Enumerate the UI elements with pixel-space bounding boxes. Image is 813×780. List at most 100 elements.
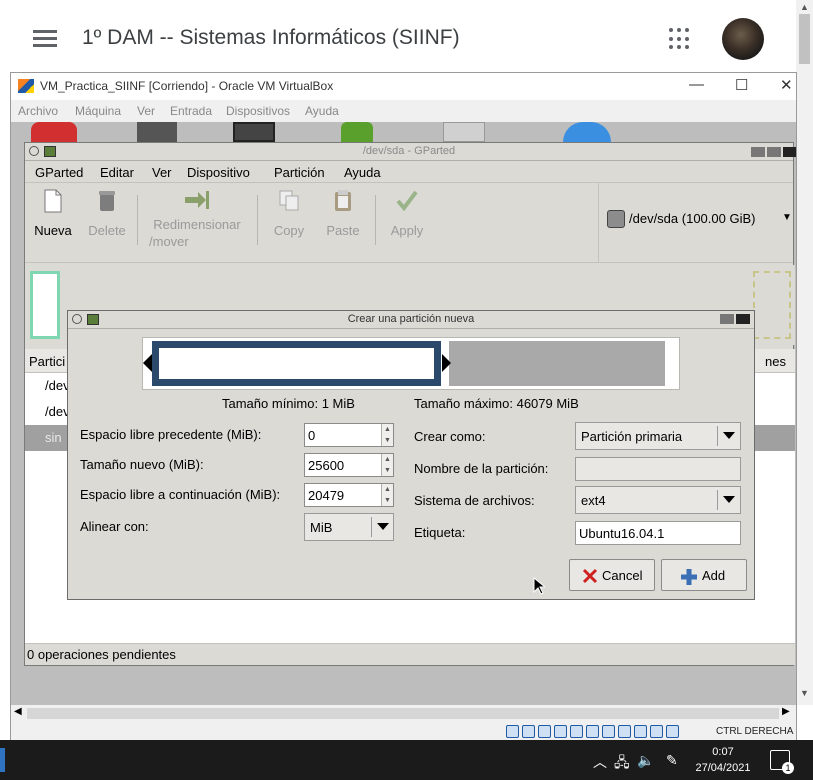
resize-arrow-icon	[185, 191, 209, 209]
toolbar-separator	[137, 195, 138, 245]
hamburger-menu-icon[interactable]	[33, 30, 57, 48]
partition-block[interactable]	[30, 271, 60, 339]
maximize-icon[interactable]: ☐	[735, 76, 748, 94]
desktop-monitor-icon[interactable]	[233, 122, 275, 142]
partition-resizer[interactable]	[142, 337, 680, 390]
dialog-close-icon[interactable]	[736, 314, 750, 324]
partition-name-field[interactable]	[575, 457, 741, 481]
course-title[interactable]: 1º DAM -- Sistemas Informáticos (SIINF)	[82, 26, 460, 50]
new-size-spin[interactable]: 25600 ▲ ▼	[304, 453, 394, 477]
resize-handle-left-icon[interactable]	[143, 354, 152, 372]
preceding-space-spin[interactable]: 0 ▲ ▼	[304, 423, 394, 447]
gp-menu-ver[interactable]: Ver	[152, 165, 172, 180]
taskbar-app-icon[interactable]	[0, 748, 5, 772]
mouse-integration-icon[interactable]	[650, 725, 663, 738]
keyboard-capture-icon[interactable]	[666, 725, 679, 738]
combo-separator	[717, 490, 718, 510]
network-tray-icon[interactable]: 🖧	[614, 752, 630, 776]
new-partition-button[interactable]: Nueva	[31, 189, 75, 239]
hard-disk-status-icon[interactable]	[506, 725, 519, 738]
plus-icon	[681, 569, 697, 585]
scroll-up-icon[interactable]: ▲	[800, 2, 809, 12]
close-icon[interactable]: ✕	[780, 76, 793, 94]
scroll-thumb[interactable]	[799, 14, 810, 64]
vbox-menu-archivo[interactable]: Archivo	[18, 104, 58, 118]
vbox-horizontal-scrollbar[interactable]: ◀ ▶	[11, 705, 796, 722]
recording-icon[interactable]	[618, 725, 631, 738]
usb-icon[interactable]	[570, 725, 583, 738]
audio-icon[interactable]	[538, 725, 551, 738]
filesystem-combo[interactable]: ext4	[575, 486, 741, 514]
row-partition: /dev	[45, 404, 70, 419]
device-selector[interactable]: /dev/sda (100.00 GiB) ▼	[598, 183, 795, 263]
gp-menu-ayuda[interactable]: Ayuda	[344, 165, 381, 180]
gparted-minimize-icon[interactable]	[751, 147, 765, 157]
desktop-camera-icon[interactable]	[137, 122, 177, 142]
new-label: Nueva	[34, 223, 72, 238]
shared-folders-icon[interactable]	[586, 725, 599, 738]
copy-button[interactable]: Copy	[267, 189, 311, 239]
vbox-menu-entrada[interactable]: Entrada	[170, 104, 212, 118]
cancel-button[interactable]: Cancel	[569, 559, 655, 591]
user-avatar[interactable]	[722, 18, 764, 60]
cpu-icon[interactable]	[634, 725, 647, 738]
gp-menu-gparted[interactable]: GParted	[35, 165, 83, 180]
delete-label: Delete	[88, 223, 126, 238]
gparted-maximize-icon[interactable]	[767, 147, 781, 157]
spin-arrows-icon[interactable]: ▲ ▼	[381, 424, 393, 446]
minimize-icon[interactable]: —	[689, 76, 704, 93]
dialog-maximize-icon[interactable]	[720, 314, 734, 324]
following-space-value: 20479	[308, 488, 345, 503]
new-partition-bar[interactable]	[152, 341, 441, 386]
page-scrollbar[interactable]: ▲ ▼	[796, 0, 813, 705]
desktop-app-icon[interactable]	[31, 122, 77, 142]
create-as-value: Partición primaria	[581, 429, 683, 444]
paste-button[interactable]: Paste	[321, 189, 365, 239]
gp-menu-particion[interactable]: Partición	[274, 165, 325, 180]
network-icon[interactable]	[554, 725, 567, 738]
align-combo[interactable]: MiB	[304, 513, 394, 541]
chevron-up-icon[interactable]: ︿	[593, 752, 607, 772]
create-as-label: Crear como:	[414, 429, 486, 444]
col-partition[interactable]: Partici	[29, 354, 65, 369]
gparted-close-icon[interactable]	[783, 147, 796, 157]
desktop-green-icon[interactable]	[341, 122, 373, 142]
scroll-track[interactable]	[27, 708, 779, 719]
create-as-combo[interactable]: Partición primaria	[575, 422, 741, 450]
vm-screen[interactable]: /dev/sda - GParted GParted Editar Ver Di…	[11, 122, 796, 707]
vbox-menu-ver[interactable]: Ver	[137, 104, 155, 118]
vbox-menu-maquina[interactable]: Máquina	[75, 104, 121, 118]
optical-drive-icon[interactable]	[522, 725, 535, 738]
resize-move-button[interactable]: Redimensionar /mover	[147, 189, 247, 250]
system-clock[interactable]: 0:07 27/04/2021	[693, 744, 753, 776]
pen-icon[interactable]: ✎	[666, 752, 678, 769]
delete-button[interactable]: Delete	[83, 189, 131, 239]
scroll-right-icon[interactable]: ▶	[782, 706, 790, 717]
trash-icon	[99, 191, 115, 211]
unallocated-block[interactable]	[753, 271, 791, 339]
vbox-menu-ayuda[interactable]: Ayuda	[305, 104, 339, 118]
resize-handle-right-icon[interactable]	[442, 354, 451, 372]
scroll-down-icon[interactable]: ▼	[800, 688, 809, 698]
gp-menu-dispositivo[interactable]: Dispositivo	[187, 165, 250, 180]
align-label: Alinear con:	[80, 519, 149, 534]
scroll-left-icon[interactable]: ◀	[14, 706, 22, 717]
display-icon[interactable]	[602, 725, 615, 738]
apps-grid-icon[interactable]	[669, 28, 691, 50]
spin-arrows-icon[interactable]: ▲ ▼	[381, 454, 393, 476]
label-field[interactable]: Ubuntu16.04.1	[575, 521, 741, 545]
gparted-statusbar: 0 operaciones pendientes	[25, 643, 795, 665]
spin-arrows-icon[interactable]: ▲ ▼	[381, 484, 393, 506]
desktop-blank-icon[interactable]	[443, 122, 485, 142]
gp-menu-editar[interactable]: Editar	[100, 165, 134, 180]
add-button[interactable]: Add	[661, 559, 747, 591]
following-space-spin[interactable]: 20479 ▲ ▼	[304, 483, 394, 507]
notification-center-icon[interactable]: 1	[770, 750, 794, 774]
volume-icon[interactable]: 🔈	[637, 752, 654, 769]
vbox-menu-dispositivos[interactable]: Dispositivos	[226, 104, 290, 118]
col-flags[interactable]: nes	[765, 354, 786, 369]
following-space-label: Espacio libre a continuación (MiB):	[80, 487, 281, 502]
apply-button[interactable]: Apply	[383, 189, 431, 239]
gparted-titlebar: /dev/sda - GParted	[25, 143, 796, 161]
desktop-globe-icon[interactable]	[563, 122, 611, 142]
